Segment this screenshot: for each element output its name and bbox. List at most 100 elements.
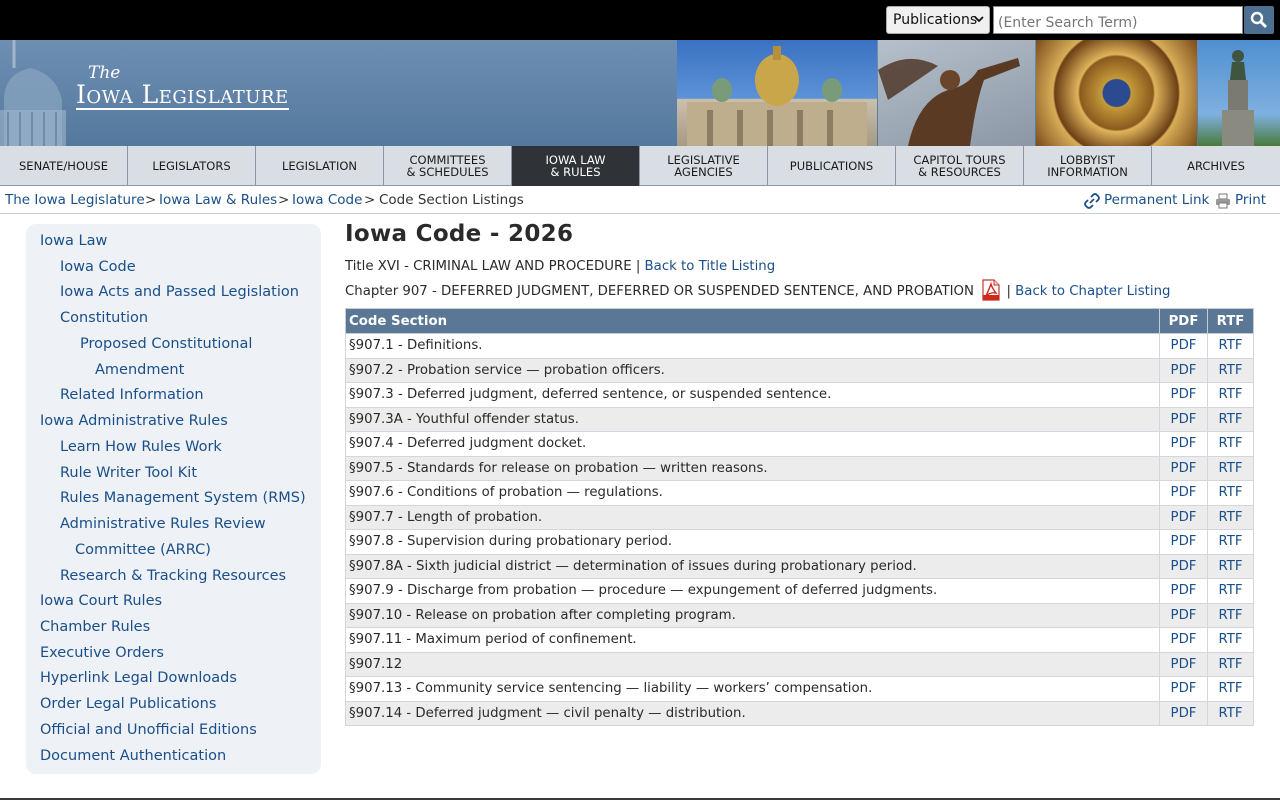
sidebar-item-proposed-amendment-cont[interactable]: Amendment — [95, 362, 184, 378]
pdf-link[interactable]: PDF — [1171, 559, 1197, 574]
pdf-link[interactable]: PDF — [1171, 436, 1197, 451]
breadcrumb-link-law-rules[interactable]: Iowa Law & Rules — [159, 192, 277, 208]
table-row: §907.3 - Deferred judgment, deferred sen… — [345, 382, 1254, 408]
sidebar-item-arrc-cont[interactable]: Committee (ARRC) — [75, 542, 211, 558]
sidebar-item-rms[interactable]: Rules Management System (RMS) — [60, 490, 306, 506]
pdf-link[interactable]: PDF — [1171, 363, 1197, 378]
sidebar-item-research-tracking[interactable]: Research & Tracking Resources — [60, 568, 286, 584]
rtf-link[interactable]: RTF — [1218, 706, 1242, 721]
nav-archives[interactable]: ARCHIVES — [1152, 146, 1280, 186]
rtf-link[interactable]: RTF — [1218, 583, 1242, 598]
sidebar-item-court-rules[interactable]: Iowa Court Rules — [40, 593, 162, 609]
chevron-down-icon — [974, 16, 984, 23]
pdf-link[interactable]: PDF — [1171, 534, 1197, 549]
search-input[interactable] — [993, 6, 1243, 34]
back-to-chapter-link[interactable]: Back to Chapter Listing — [1015, 284, 1170, 299]
sidebar-item-order-publications[interactable]: Order Legal Publications — [40, 696, 216, 712]
sidebar-item-administrative-rules[interactable]: Iowa Administrative Rules — [40, 413, 228, 429]
sidebar-item-constitution[interactable]: Constitution — [60, 310, 148, 326]
pdf-link[interactable]: PDF — [1171, 608, 1197, 623]
code-section-title[interactable]: §907.13 - Community service sentencing —… — [345, 676, 1160, 702]
code-section-title[interactable]: §907.1 - Definitions. — [345, 333, 1160, 359]
sidebar-item-iowa-law[interactable]: Iowa Law — [40, 233, 107, 249]
code-section-table: Code Section PDF RTF §907.1 - Definition… — [345, 308, 1254, 726]
pdf-link[interactable]: PDF — [1171, 706, 1197, 721]
sidebar-item-iowa-code[interactable]: Iowa Code — [60, 259, 136, 275]
nav-legislative-agencies[interactable]: LEGISLATIVE AGENCIES — [640, 146, 768, 186]
rtf-link[interactable]: RTF — [1218, 534, 1242, 549]
code-section-title[interactable]: §907.9 - Discharge from probation — proc… — [345, 578, 1160, 604]
code-section-title[interactable]: §907.7 - Length of probation. — [345, 504, 1160, 530]
code-section-title[interactable]: §907.8 - Supervision during probationary… — [345, 529, 1160, 555]
nav-legislation[interactable]: LEGISLATION — [256, 146, 384, 186]
code-section-title[interactable]: §907.4 - Deferred judgment docket. — [345, 431, 1160, 457]
code-section-title[interactable]: §907.3A - Youthful offender status. — [345, 406, 1160, 432]
permanent-link[interactable]: Permanent Link — [1084, 192, 1209, 209]
rtf-link[interactable]: RTF — [1218, 510, 1242, 525]
rtf-link[interactable]: RTF — [1218, 608, 1242, 623]
rtf-link[interactable]: RTF — [1218, 632, 1242, 647]
rtf-link[interactable]: RTF — [1218, 363, 1242, 378]
code-section-title[interactable]: §907.3 - Deferred judgment, deferred sen… — [345, 382, 1160, 408]
pdf-cell: PDF — [1159, 553, 1208, 579]
sidebar-item-editions[interactable]: Official and Unofficial Editions — [40, 722, 257, 738]
pdf-link[interactable]: PDF — [1171, 681, 1197, 696]
publications-select[interactable]: Publications — [886, 6, 990, 34]
rtf-link[interactable]: RTF — [1218, 681, 1242, 696]
sidebar-item-iowa-acts[interactable]: Iowa Acts and Passed Legislation — [60, 284, 299, 300]
pdf-link[interactable]: PDF — [1171, 338, 1197, 353]
code-section-title[interactable]: §907.12 — [345, 651, 1160, 677]
nav-committees[interactable]: COMMITTEES & SCHEDULES — [384, 146, 512, 186]
rtf-link[interactable]: RTF — [1218, 412, 1242, 427]
sidebar-item-proposed-amendment[interactable]: Proposed Constitutional — [80, 336, 252, 352]
pdf-link[interactable]: PDF — [1171, 632, 1197, 647]
code-section-title[interactable]: §907.10 - Release on probation after com… — [345, 602, 1160, 628]
code-section-title[interactable]: §907.8A - Sixth judicial district — dete… — [345, 553, 1160, 579]
code-section-title[interactable]: §907.5 - Standards for release on probat… — [345, 455, 1160, 481]
capitol-building-photo — [677, 40, 877, 146]
pdf-link[interactable]: PDF — [1171, 412, 1197, 427]
pdf-link[interactable]: PDF — [1171, 510, 1197, 525]
nav-legislators[interactable]: LEGISLATORS — [128, 146, 256, 186]
pdf-link[interactable]: PDF — [1171, 461, 1197, 476]
sidebar-item-executive-orders[interactable]: Executive Orders — [40, 645, 164, 661]
rtf-link[interactable]: RTF — [1218, 657, 1242, 672]
column-header-pdf: PDF — [1159, 308, 1208, 334]
rtf-link[interactable]: RTF — [1218, 461, 1242, 476]
code-section-title[interactable]: §907.11 - Maximum period of confinement. — [345, 627, 1160, 653]
printer-icon — [1216, 193, 1230, 209]
chapter-label: Chapter 907 - DEFERRED JUDGMENT, DEFERRE… — [345, 284, 974, 299]
breadcrumb-link-legislature[interactable]: The Iowa Legislature — [5, 192, 145, 208]
nav-senate-house[interactable]: SENATE/HOUSE — [0, 146, 128, 186]
rtf-link[interactable]: RTF — [1218, 485, 1242, 500]
sidebar-item-hyperlink-downloads[interactable]: Hyperlink Legal Downloads — [40, 670, 237, 686]
code-section-title[interactable]: §907.14 - Deferred judgment — civil pena… — [345, 700, 1160, 726]
back-to-title-link[interactable]: Back to Title Listing — [645, 259, 776, 274]
pdf-link[interactable]: PDF — [1171, 657, 1197, 672]
pdf-icon[interactable] — [982, 279, 1000, 301]
pdf-link[interactable]: PDF — [1171, 485, 1197, 500]
breadcrumb-link-iowa-code[interactable]: Iowa Code — [292, 192, 362, 208]
pdf-cell: PDF — [1159, 431, 1208, 457]
search-button[interactable] — [1244, 6, 1274, 34]
rtf-link[interactable]: RTF — [1218, 559, 1242, 574]
pdf-link[interactable]: PDF — [1171, 387, 1197, 402]
pdf-link[interactable]: PDF — [1171, 583, 1197, 598]
rtf-link[interactable]: RTF — [1218, 338, 1242, 353]
rtf-link[interactable]: RTF — [1218, 387, 1242, 402]
sidebar-item-rule-writer[interactable]: Rule Writer Tool Kit — [60, 465, 197, 481]
breadcrumb-separator: > — [145, 192, 157, 208]
code-section-title[interactable]: §907.6 - Conditions of probation — regul… — [345, 480, 1160, 506]
sidebar-item-learn-rules[interactable]: Learn How Rules Work — [60, 439, 222, 455]
rtf-link[interactable]: RTF — [1218, 436, 1242, 451]
nav-iowa-law-rules[interactable]: IOWA LAW & RULES — [512, 146, 640, 186]
nav-publications[interactable]: PUBLICATIONS — [768, 146, 896, 186]
sidebar-item-document-authentication[interactable]: Document Authentication — [40, 748, 226, 764]
code-section-title[interactable]: §907.2 - Probation service — probation o… — [345, 357, 1160, 383]
sidebar-item-chamber-rules[interactable]: Chamber Rules — [40, 619, 150, 635]
nav-capitol-tours[interactable]: CAPITOL TOURS & RESOURCES — [896, 146, 1024, 186]
sidebar-item-arrc[interactable]: Administrative Rules Review — [60, 516, 266, 532]
sidebar-item-related-information[interactable]: Related Information — [60, 387, 204, 403]
nav-lobbyist-information[interactable]: LOBBYIST INFORMATION — [1024, 146, 1152, 186]
print-link[interactable]: Print — [1215, 192, 1266, 209]
